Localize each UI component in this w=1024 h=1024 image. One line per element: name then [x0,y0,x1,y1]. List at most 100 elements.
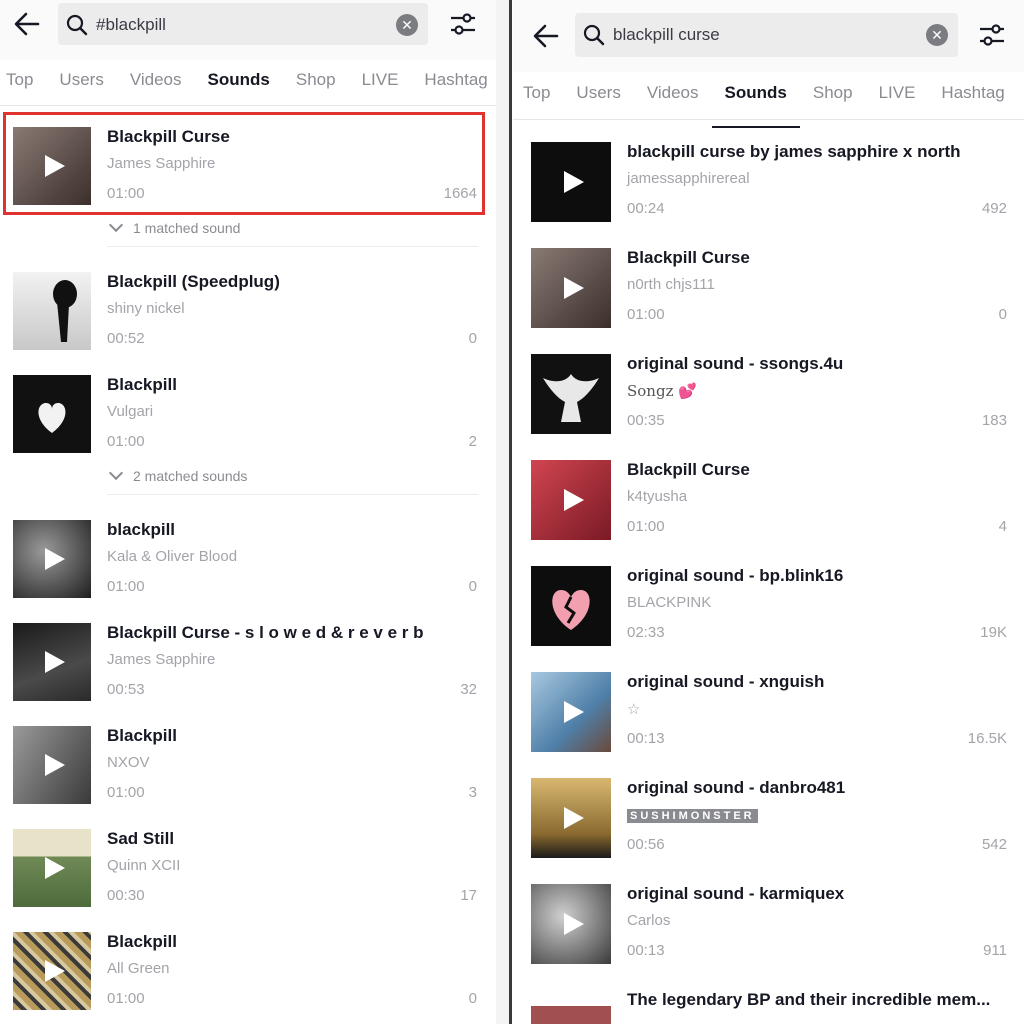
sound-row[interactable]: Blackpill Curse James Sapphire 01:00 166… [0,127,496,211]
tab-videos[interactable]: Videos [117,64,195,105]
sound-title: Blackpill (Speedplug) [107,272,280,291]
search-input[interactable]: blackpill curse ✕ [575,13,958,57]
sound-artist: Quinn XCII [107,857,181,874]
sound-thumbnail [13,829,91,907]
tab-videos[interactable]: Videos [634,76,712,119]
play-icon[interactable] [564,277,584,299]
sound-row[interactable]: Blackpill NXOV 01:00 3 [0,726,496,810]
sound-row[interactable]: blackpill Kala & Oliver Blood 01:00 0 [0,520,496,604]
tab-sounds[interactable]: Sounds [194,64,284,114]
sound-row[interactable]: original sound - danbro481 SUSHIMONSTER … [513,778,1024,862]
sound-row[interactable]: blackpill curse by james sapphire x nort… [513,142,1024,226]
play-icon[interactable] [45,651,65,673]
sound-artist: SUSHIMONSTER [627,809,758,823]
play-icon[interactable] [45,548,65,570]
search-input[interactable]: #blackpill ✕ [58,3,428,45]
sound-row[interactable]: Blackpill Curse n0rth chjs111 01:00 0 [513,248,1024,332]
sound-duration: 01:00 [107,990,145,1007]
sound-row[interactable]: Blackpill Curse - s l o w e d & r e v e … [0,623,496,707]
tab-hashtag[interactable]: Hashtag [411,64,496,105]
sound-row[interactable]: Blackpill Vulgari 01:00 2 [0,375,496,459]
sound-duration: 00:52 [107,330,145,347]
tab-live[interactable]: LIVE [866,76,929,119]
sound-row[interactable]: The legendary BP and their incredible me… [513,990,1024,1024]
play-icon[interactable] [564,171,584,193]
sound-duration: 01:00 [107,433,145,450]
sound-duration: 01:00 [627,306,665,323]
play-icon[interactable] [564,489,584,511]
sound-thumbnail [531,460,611,540]
sound-artist: k4tyusha [627,488,688,505]
figure-silhouette-icon [53,280,77,342]
sound-thumbnail [13,127,91,205]
sound-title: original sound - danbro481 [627,778,846,797]
sound-usage-count: 17 [460,887,477,904]
back-arrow-icon[interactable] [531,21,561,51]
tab-hashtag[interactable]: Hashtag [928,76,1017,119]
sound-thumbnail [13,375,91,453]
sound-artist: James Sapphire [107,155,216,172]
sound-duration: 01:00 [627,518,665,535]
sound-artist: Vulgari [107,403,154,420]
matched-sounds-toggle[interactable]: 2 matched sounds [107,465,247,484]
sound-usage-count: 2 [468,433,477,450]
play-icon[interactable] [45,960,65,982]
result-tabs: Top Users Videos Sounds Shop LIVE Hashta… [0,64,496,114]
tab-live[interactable]: LIVE [349,64,412,105]
filter-icon[interactable] [977,20,1007,50]
sound-duration: 00:24 [627,200,665,217]
sound-duration: 00:13 [627,942,665,959]
sound-artist: Kala & Oliver Blood [107,548,238,565]
sound-title: original sound - bp.blink16 [627,566,844,585]
clear-icon[interactable]: ✕ [926,24,948,46]
sound-row[interactable]: original sound - ssongs.4u Songz 💕 00:35… [513,354,1024,438]
sound-artist: shiny nickel [107,300,185,317]
clear-icon[interactable]: ✕ [396,14,418,36]
tab-users[interactable]: Users [563,76,633,119]
play-icon[interactable] [564,913,584,935]
sound-row[interactable]: Blackpill Curse k4tyusha 01:00 4 [513,460,1024,544]
sound-title: original sound - karmiquex [627,884,845,903]
sound-duration: 00:53 [107,681,145,698]
panel-gap [496,0,509,1024]
sound-artist: All Green [107,960,170,977]
back-arrow-icon[interactable] [12,9,42,39]
play-icon[interactable] [45,155,65,177]
sound-usage-count: 3 [468,784,477,801]
sound-row[interactable]: Blackpill (Speedplug) shiny nickel 00:52… [0,272,496,356]
play-icon[interactable] [45,754,65,776]
sound-duration: 00:30 [107,887,145,904]
sound-thumbnail [13,623,91,701]
sound-artist: BLACKPINK [627,594,712,611]
sound-artist: Carlos [627,912,671,929]
play-icon[interactable] [45,857,65,879]
filter-icon[interactable] [448,9,478,39]
sound-title: blackpill curse by james sapphire x nort… [627,142,961,161]
sound-usage-count: 4 [998,518,1007,535]
sound-title: Blackpill [107,375,177,394]
matched-sounds-toggle[interactable]: 1 matched sound [107,217,240,236]
search-header: blackpill curse ✕ [513,0,1024,72]
panel-divider [509,0,512,1024]
sound-usage-count: 0 [468,330,477,347]
sound-row[interactable]: Sad Still Quinn XCII 00:30 17 [0,829,496,913]
tab-top[interactable]: Top [0,64,46,105]
sound-thumbnail [531,884,611,964]
sound-usage-count: 492 [981,200,1007,217]
tab-sounds[interactable]: Sounds [711,76,801,128]
tab-shop[interactable]: Shop [283,64,349,105]
sound-row[interactable]: original sound - karmiquex Carlos 00:13 … [513,884,1024,968]
heart-icon [38,403,66,433]
sound-row[interactable]: Blackpill All Green 01:00 0 [0,932,496,1016]
sound-row[interactable]: original sound - bp.blink16 BLACKPINK 02… [513,566,1024,650]
sound-duration: 00:56 [627,836,665,853]
sound-row[interactable]: original sound - xnguish ☆ 00:13 16.5K [513,672,1024,756]
play-icon[interactable] [564,807,584,829]
sound-thumbnail [531,354,611,434]
search-query: #blackpill [96,15,166,34]
play-icon[interactable] [564,701,584,723]
tab-shop[interactable]: Shop [800,76,866,119]
tab-top[interactable]: Top [513,76,563,119]
tab-users[interactable]: Users [46,64,116,105]
sound-duration: 01:00 [107,784,145,801]
